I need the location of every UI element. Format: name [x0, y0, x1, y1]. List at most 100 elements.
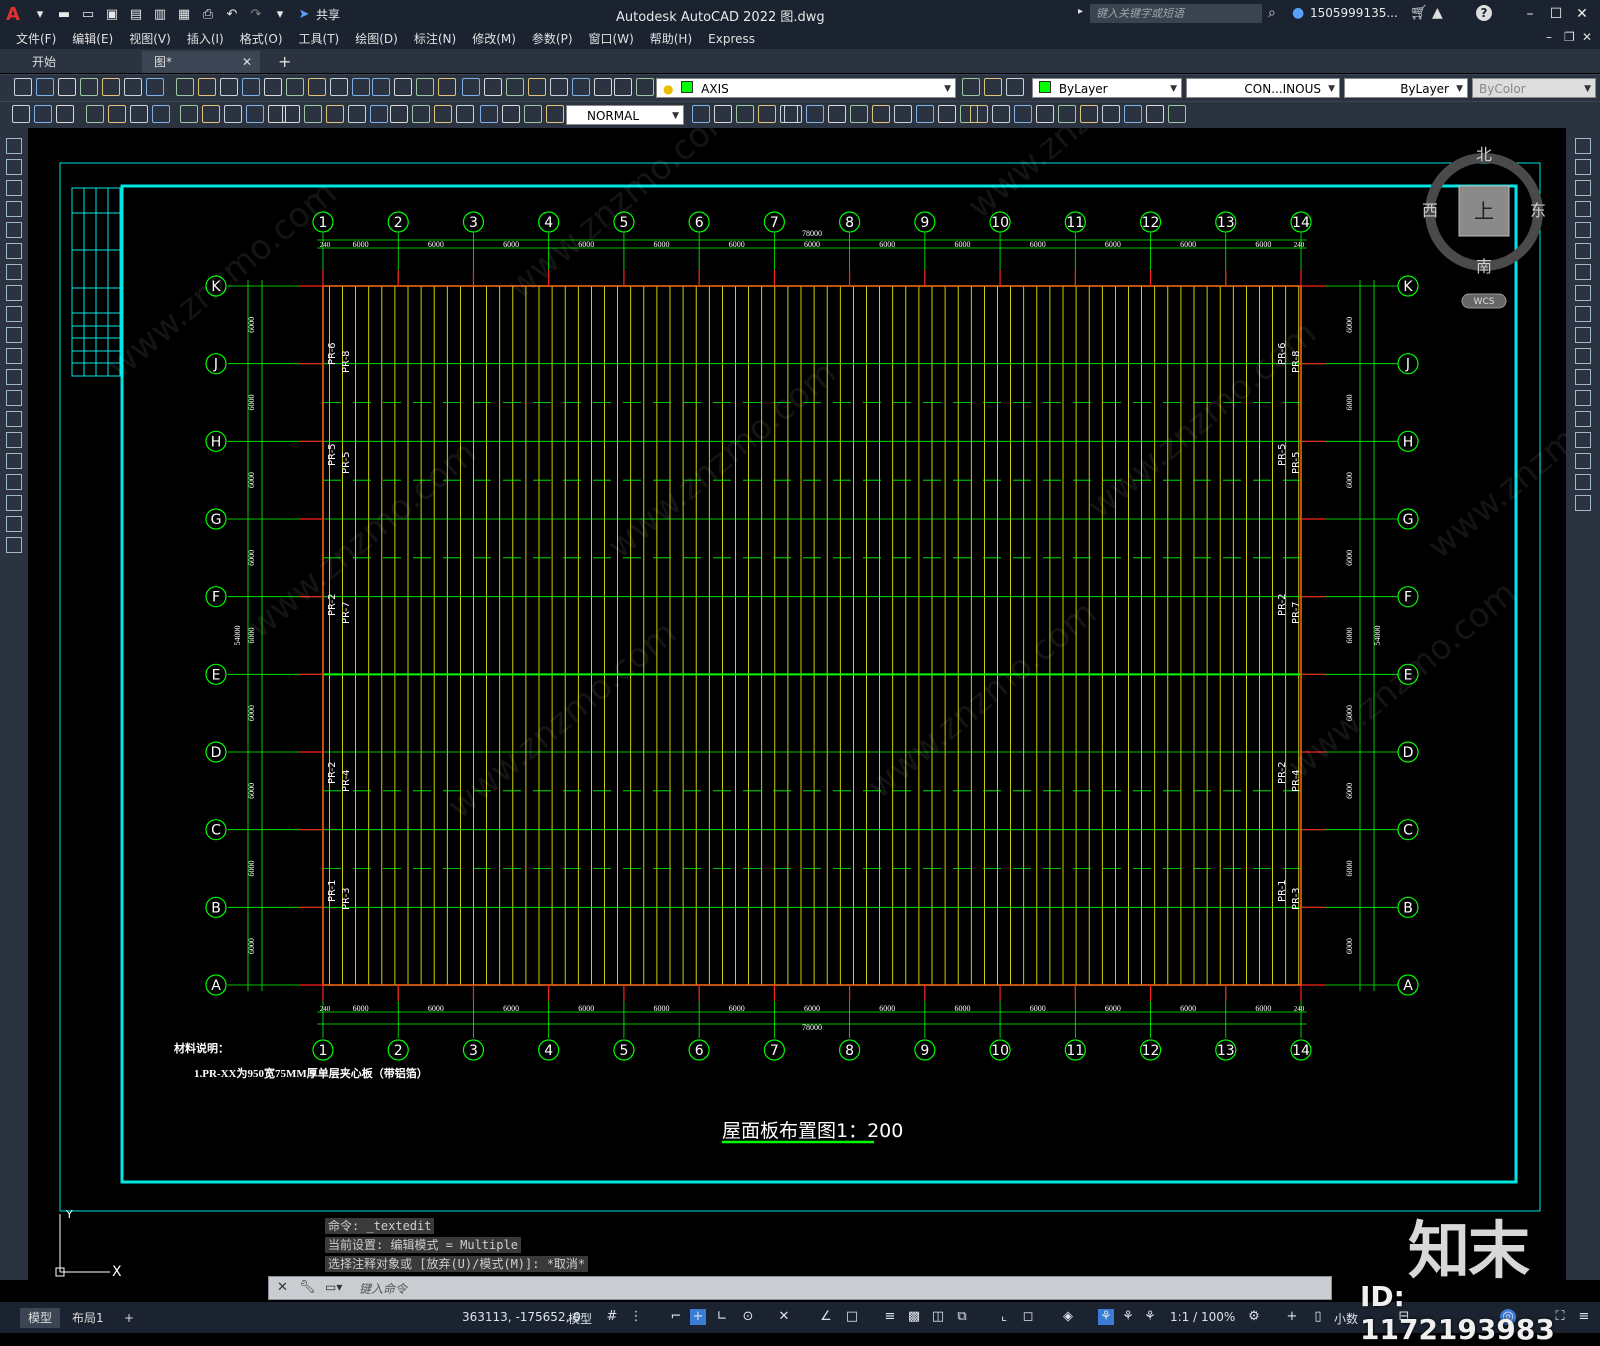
toolbar-tool-icon[interactable] — [894, 105, 912, 123]
modify-tool-icon[interactable] — [1575, 264, 1591, 280]
share-button[interactable]: 共享 — [316, 6, 340, 23]
tab-drawing[interactable]: 图* ✕ — [142, 51, 260, 73]
share-icon[interactable]: ➤ — [295, 5, 313, 23]
toolbar-tool-icon[interactable] — [506, 78, 524, 96]
save-as-icon[interactable]: ▤ — [127, 5, 145, 23]
toolbar-tool-icon[interactable] — [916, 105, 934, 123]
draw-tool-icon[interactable] — [6, 432, 22, 448]
tab-start[interactable]: 开始 — [20, 51, 140, 73]
toolbar-tool-icon[interactable] — [614, 78, 632, 96]
maximize-icon[interactable]: ☐ — [1546, 4, 1566, 24]
minimize-icon[interactable]: – — [1520, 4, 1540, 24]
toolbar-tool-icon[interactable] — [850, 105, 868, 123]
layout-tab-add[interactable]: + — [116, 1308, 142, 1328]
draw-tool-icon[interactable] — [6, 306, 22, 322]
dropdown-caret-icon[interactable]: ▾ — [31, 5, 49, 23]
layout-tab-model[interactable]: 模型 — [20, 1308, 61, 1328]
toolbar-tool-icon[interactable] — [736, 105, 754, 123]
layout-tab-layout1[interactable]: 布局1 — [64, 1308, 112, 1328]
toolbar-tool-icon[interactable] — [462, 78, 480, 96]
toolbar-tool-icon[interactable] — [714, 105, 732, 123]
toolbar-tool-icon[interactable] — [806, 105, 824, 123]
draw-tool-icon[interactable] — [6, 222, 22, 238]
menu-tools[interactable]: 工具(T) — [299, 30, 340, 47]
lineweight-icon[interactable]: ≡ — [882, 1309, 898, 1325]
user-name[interactable]: 1505999135... — [1310, 6, 1398, 20]
toolbar-tool-icon[interactable] — [1080, 105, 1098, 123]
draw-tool-icon[interactable] — [6, 243, 22, 259]
draw-tool-icon[interactable] — [6, 138, 22, 154]
toolbar-tool-icon[interactable] — [326, 105, 344, 123]
menu-draw[interactable]: 绘图(D) — [355, 30, 398, 47]
toolbar-tool-icon[interactable] — [348, 105, 366, 123]
toolbar-tool-icon[interactable] — [242, 78, 260, 96]
draw-tool-icon[interactable] — [6, 474, 22, 490]
open-web-icon[interactable]: ▥ — [151, 5, 169, 23]
modify-tool-icon[interactable] — [1575, 180, 1591, 196]
modify-tool-icon[interactable] — [1575, 159, 1591, 175]
toolbar-tool-icon[interactable] — [438, 78, 456, 96]
toolbar-tool-icon[interactable] — [784, 105, 802, 123]
modify-tool-icon[interactable] — [1575, 285, 1591, 301]
toolbar-tool-icon[interactable] — [572, 78, 590, 96]
toolbar-tool-icon[interactable] — [202, 105, 220, 123]
autocad-logo-icon[interactable]: A — [6, 3, 28, 25]
tab-close-icon[interactable]: ✕ — [242, 51, 252, 73]
modify-tool-icon[interactable] — [1575, 453, 1591, 469]
infer-icon[interactable]: ⌐ — [668, 1309, 684, 1325]
textstyle-combo[interactable]: NORMAL ▼ — [566, 105, 684, 125]
menu-format[interactable]: 格式(O) — [240, 30, 283, 47]
expand-arrow-icon[interactable]: ▸ — [1078, 6, 1083, 17]
toolbar-tool-icon[interactable] — [636, 78, 654, 96]
toolbar-tool-icon[interactable] — [330, 78, 348, 96]
toolbar-tool-icon[interactable] — [246, 105, 264, 123]
color-combo[interactable]: ByLayer ▼ — [1032, 78, 1182, 98]
toolbar-tool-icon[interactable] — [390, 105, 408, 123]
toolbar-tool-icon[interactable] — [758, 105, 776, 123]
toolbar-tool-icon[interactable] — [594, 78, 612, 96]
toolbar-tool-icon[interactable] — [992, 105, 1010, 123]
doc-restore-icon[interactable]: ❐ — [1564, 30, 1575, 44]
modify-tool-icon[interactable] — [1575, 348, 1591, 364]
dynamic-input-icon[interactable]: + — [690, 1309, 706, 1325]
toolbar-tool-icon[interactable] — [370, 105, 388, 123]
annotation-scale-icon[interactable]: ⚘ — [1142, 1309, 1158, 1325]
toolbar-tool-icon[interactable] — [692, 105, 710, 123]
toolbar-tool-icon[interactable] — [372, 78, 390, 96]
doc-minimize-icon[interactable]: – — [1546, 30, 1552, 44]
transparency-icon[interactable]: ▩ — [906, 1309, 922, 1325]
toolbar-tool-icon[interactable] — [220, 78, 238, 96]
print-icon[interactable]: ⎙ — [199, 5, 217, 23]
toolbar-tool-icon[interactable] — [1014, 105, 1032, 123]
ortho-icon[interactable]: ∟ — [714, 1309, 730, 1325]
modify-tool-icon[interactable] — [1575, 495, 1591, 511]
toolbar-tool-icon[interactable] — [14, 78, 32, 96]
command-settings-icon[interactable]: 🔧︎ — [299, 1280, 316, 1295]
open-file-icon[interactable]: ▭ — [79, 5, 97, 23]
command-recent-icon[interactable]: ▭▾ — [325, 1280, 342, 1294]
units-icon[interactable]: ▯ — [1310, 1309, 1326, 1325]
layer-combo[interactable]: ● AXIS ▼ — [656, 78, 956, 98]
toolbar-tool-icon[interactable] — [124, 78, 142, 96]
annotation-scale-value[interactable]: 1:1 / 100% — [1170, 1310, 1235, 1324]
toolbar-tool-icon[interactable] — [412, 105, 430, 123]
toolbar-tool-icon[interactable] — [1006, 78, 1024, 96]
object-snap-tracking-icon[interactable]: ∠ — [818, 1309, 834, 1325]
toolbar-tool-icon[interactable] — [416, 78, 434, 96]
toolbar-tool-icon[interactable] — [146, 78, 164, 96]
save-web-icon[interactable]: ▦ — [175, 5, 193, 23]
toolbar-tool-icon[interactable] — [962, 78, 980, 96]
object-snap-icon[interactable]: □ — [844, 1309, 860, 1325]
help-icon[interactable]: ? — [1476, 5, 1492, 21]
menu-express[interactable]: Express — [708, 32, 755, 46]
draw-tool-icon[interactable] — [6, 537, 22, 553]
toolbar-tool-icon[interactable] — [152, 105, 170, 123]
toolbar-tool-icon[interactable] — [12, 105, 30, 123]
close-icon[interactable]: ✕ — [1572, 4, 1592, 24]
new-tab-button[interactable]: + — [266, 51, 296, 73]
modify-tool-icon[interactable] — [1575, 369, 1591, 385]
toolbar-tool-icon[interactable] — [108, 105, 126, 123]
selection-cycling-icon[interactable]: ◫ — [930, 1309, 946, 1325]
draw-tool-icon[interactable] — [6, 201, 22, 217]
customize-icon[interactable]: ▾ — [271, 5, 289, 23]
